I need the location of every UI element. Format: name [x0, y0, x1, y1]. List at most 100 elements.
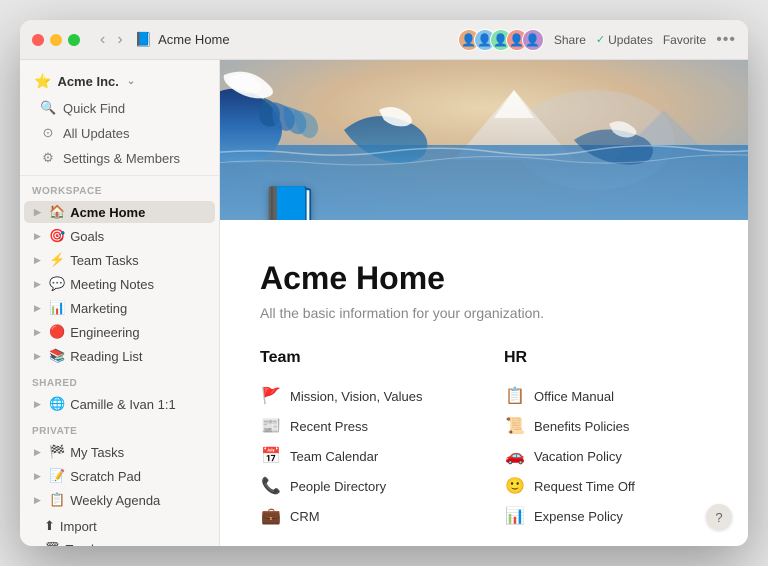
updates-label: Updates: [608, 33, 653, 47]
link-crm[interactable]: 💼 CRM: [260, 501, 464, 531]
minimize-button[interactable]: [50, 34, 62, 46]
trash-icon: 🗑: [44, 541, 61, 546]
tree-arrow-icon: ▶: [34, 351, 44, 362]
more-button[interactable]: •••: [716, 31, 736, 49]
link-benefits[interactable]: 📜 Benefits Policies: [504, 411, 708, 441]
mytasks-icon: 🏁: [49, 444, 65, 460]
sidebar-item-marketing[interactable]: ▶ 📊 Marketing: [24, 297, 215, 319]
workspace-section-label: WORKSPACE: [20, 176, 219, 200]
back-button[interactable]: ‹: [96, 29, 109, 51]
link-mission[interactable]: 🚩 Mission, Vision, Values: [260, 381, 464, 411]
link-calendar[interactable]: 📅 Team Calendar: [260, 441, 464, 471]
engineering-icon: 🔴: [49, 324, 65, 340]
favorite-button[interactable]: Favorite: [663, 33, 706, 47]
engineering-label: Engineering: [70, 325, 139, 340]
link-office-manual[interactable]: 📋 Office Manual: [504, 381, 708, 411]
sidebar-item-teamtasks[interactable]: ▶ ⚡ Team Tasks: [24, 249, 215, 271]
benefits-icon: 📜: [504, 416, 526, 436]
shared-section-label: SHARED: [20, 368, 219, 392]
workspace-icon: ⭐: [34, 73, 51, 90]
teamtasks-label: Team Tasks: [70, 253, 138, 268]
help-button[interactable]: ?: [706, 504, 732, 530]
tree-arrow-icon: ▶: [34, 447, 44, 458]
calendar-icon: 📅: [260, 446, 282, 466]
forward-button[interactable]: ›: [113, 29, 126, 51]
settings-icon: ⚙: [40, 150, 56, 166]
updates-button[interactable]: ✓ Updates: [596, 33, 653, 47]
press-icon: 📰: [260, 416, 282, 436]
marketing-icon: 📊: [49, 300, 65, 316]
tree-arrow-icon: ▶: [34, 207, 44, 218]
all-updates-label: All Updates: [63, 126, 129, 141]
import-icon: ⬆: [44, 518, 55, 534]
calendar-label: Team Calendar: [290, 449, 378, 464]
link-timeoff[interactable]: 🙂 Request Time Off: [504, 471, 708, 501]
weeklyagenda-label: Weekly Agenda: [70, 493, 160, 508]
tab-title-text: Acme Home: [158, 32, 230, 47]
search-icon: 🔍: [40, 100, 56, 116]
trash-label: Trash: [66, 542, 99, 547]
scratchpad-label: Scratch Pad: [70, 469, 141, 484]
link-vacation[interactable]: 🚗 Vacation Policy: [504, 441, 708, 471]
mytasks-label: My Tasks: [70, 445, 124, 460]
hr-column: HR 📋 Office Manual 📜 Benefits Policies 🚗…: [504, 349, 708, 531]
sidebar-item-import[interactable]: ⬆ Import: [28, 515, 211, 537]
manual-label: Office Manual: [534, 389, 614, 404]
traffic-lights: [32, 34, 80, 46]
hero-banner: 📘: [220, 60, 748, 220]
sidebar-item-trash[interactable]: 🗑 Trash: [28, 538, 211, 546]
columns-container: Team 🚩 Mission, Vision, Values 📰 Recent …: [260, 349, 708, 531]
sidebar: ⭐ Acme Inc. ⌄ 🔍 Quick Find ⊙ All Updates…: [20, 60, 220, 546]
timeoff-icon: 🙂: [504, 476, 526, 496]
sidebar-item-settings[interactable]: ⚙ Settings & Members: [32, 146, 207, 170]
close-button[interactable]: [32, 34, 44, 46]
tab-icon: 📘: [135, 31, 152, 48]
page-body: Acme Home All the basic information for …: [220, 220, 748, 546]
page-title: Acme Home: [260, 260, 708, 297]
weeklyagenda-icon: 📋: [49, 492, 65, 508]
sidebar-item-engineering[interactable]: ▶ 🔴 Engineering: [24, 321, 215, 343]
sidebar-item-readinglist[interactable]: ▶ 📚 SHARED Reading List: [24, 345, 215, 367]
acmehome-icon: 🏠: [49, 204, 65, 220]
app-window: ‹ › 📘 Acme Home 👤 👤 👤 👤 👤 Share ✓ Update…: [20, 20, 748, 546]
favorite-label: Favorite: [663, 33, 706, 47]
vacation-label: Vacation Policy: [534, 449, 622, 464]
crm-icon: 💼: [260, 506, 282, 526]
people-label: People Directory: [290, 479, 386, 494]
settings-label: Settings & Members: [63, 151, 180, 166]
goals-icon: 🎯: [49, 228, 65, 244]
titlebar: ‹ › 📘 Acme Home 👤 👤 👤 👤 👤 Share ✓ Update…: [20, 20, 748, 60]
sidebar-item-mytasks[interactable]: ▶ 🏁 My Tasks: [24, 441, 215, 463]
tree-arrow-icon: ▶: [34, 255, 44, 266]
sidebar-item-goals[interactable]: ▶ 🎯 Goals: [24, 225, 215, 247]
readinglist-icon: 📚: [49, 348, 65, 364]
import-label: Import: [60, 519, 97, 534]
benefits-label: Benefits Policies: [534, 419, 629, 434]
team-column: Team 🚩 Mission, Vision, Values 📰 Recent …: [260, 349, 464, 531]
link-expense[interactable]: 📊 Expense Policy: [504, 501, 708, 531]
sidebar-item-camille-ivan[interactable]: ▶ 🌐 Camille & Ivan 1:1: [24, 393, 215, 415]
sidebar-item-meetingnotes[interactable]: ▶ 💬 Meeting Notes: [24, 273, 215, 295]
press-label: Recent Press: [290, 419, 368, 434]
people-icon: 📞: [260, 476, 282, 496]
page-subtitle: All the basic information for your organ…: [260, 305, 708, 321]
team-column-header: Team: [260, 349, 464, 367]
share-button[interactable]: Share: [554, 33, 586, 47]
sidebar-item-scratchpad[interactable]: ▶ 📝 Scratch Pad: [24, 465, 215, 487]
workspace-chevron-icon: ⌄: [127, 76, 135, 87]
sidebar-item-allupdates[interactable]: ⊙ All Updates: [32, 121, 207, 145]
maximize-button[interactable]: [68, 34, 80, 46]
link-people-directory[interactable]: 📞 People Directory: [260, 471, 464, 501]
vacation-icon: 🚗: [504, 446, 526, 466]
page-icon-container: 📘: [260, 183, 320, 220]
workspace-name[interactable]: ⭐ Acme Inc. ⌄: [28, 68, 211, 95]
check-icon: ✓: [596, 33, 605, 46]
page-tab: 📘 Acme Home: [135, 31, 230, 48]
nav-buttons: ‹ ›: [96, 29, 127, 51]
sidebar-item-quickfind[interactable]: 🔍 Quick Find: [32, 96, 207, 120]
mission-label: Mission, Vision, Values: [290, 389, 422, 404]
sidebar-item-acmehome[interactable]: ▶ 🏠 Acme Home: [24, 201, 215, 223]
teamtasks-icon: ⚡: [49, 252, 65, 268]
sidebar-item-weeklyagenda[interactable]: ▶ 📋 Weekly Agenda: [24, 489, 215, 511]
link-press[interactable]: 📰 Recent Press: [260, 411, 464, 441]
